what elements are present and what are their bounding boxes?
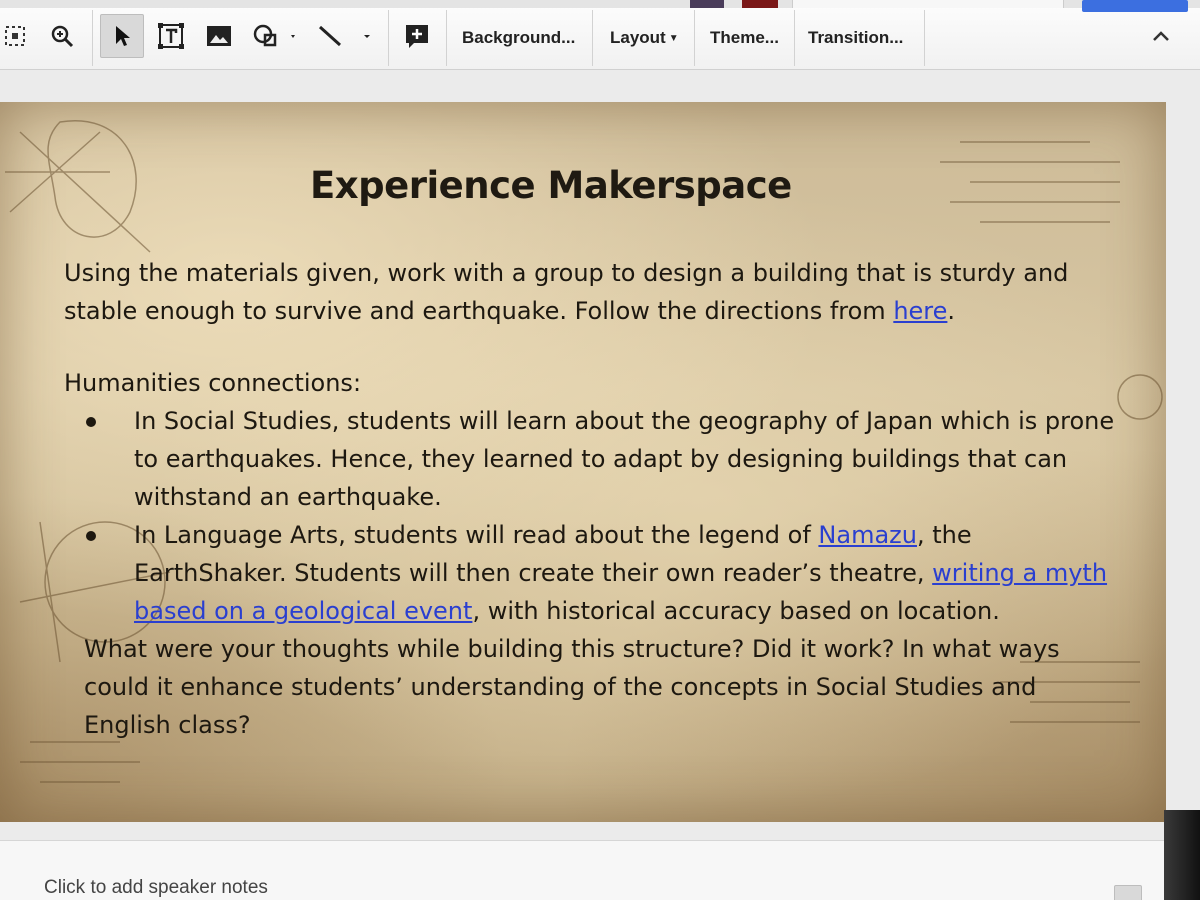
chevron-down-icon: ▼ — [668, 33, 679, 44]
textbox-icon[interactable] — [152, 14, 190, 58]
bullet-language-arts: In Language Arts, students will read abo… — [134, 521, 819, 549]
namazu-link[interactable]: Namazu — [818, 521, 917, 549]
bullet-language-arts-3: , with historical accuracy based on loca… — [472, 597, 1000, 625]
speaker-notes-placeholder[interactable]: Click to add speaker notes — [44, 877, 268, 899]
toolbar-separator — [92, 10, 93, 66]
top-strip — [0, 0, 1200, 12]
app-swatch — [742, 0, 778, 8]
image-icon[interactable] — [200, 14, 238, 58]
toolbar-separator — [794, 10, 795, 66]
zoom-icon[interactable] — [44, 14, 80, 58]
toolbar-separator — [446, 10, 447, 66]
slide[interactable]: Experience Makerspace Using the material… — [0, 102, 1166, 822]
layout-label: Layout — [610, 28, 666, 47]
here-link[interactable]: here — [893, 297, 947, 325]
monitor-bezel — [1164, 810, 1200, 900]
toolbar: Background... Layout ▼ Theme... Transitio… — [0, 0, 1200, 70]
top-field — [792, 0, 1064, 8]
account-swatch — [690, 0, 724, 8]
bullet-social-studies: In Social Studies, students will learn a… — [134, 407, 1115, 511]
notes-resize-handle[interactable] — [1114, 885, 1142, 900]
list-item: In Language Arts, students will read abo… — [86, 516, 1124, 630]
toolbar-separator — [388, 10, 389, 66]
toolbar-separator — [924, 10, 925, 66]
slide-body[interactable]: Using the materials given, work with a g… — [64, 254, 1144, 744]
bullet-dot — [86, 417, 96, 427]
transition-button[interactable]: Transition... — [808, 28, 903, 48]
select-frame-icon[interactable] — [0, 14, 30, 58]
theme-button[interactable]: Theme... — [710, 28, 779, 48]
speaker-notes[interactable]: Click to add speaker notes — [0, 840, 1200, 900]
background-button[interactable]: Background... — [462, 28, 575, 48]
chevron-up-icon[interactable] — [1146, 14, 1176, 58]
humanities-heading: Humanities connections: — [64, 369, 362, 397]
share-button[interactable] — [1082, 0, 1188, 12]
toolbar-separator — [694, 10, 695, 66]
bullet-dot — [86, 531, 96, 541]
slide-canvas: Experience Makerspace Using the material… — [0, 70, 1200, 840]
layout-button[interactable]: Layout ▼ — [610, 28, 679, 48]
comment-add-icon[interactable] — [396, 14, 438, 58]
list-item: In Social Studies, students will learn a… — [86, 402, 1124, 516]
intro-paragraph: Using the materials given, work with a g… — [64, 254, 1144, 330]
intro-end: . — [947, 297, 956, 325]
humanities-list: In Social Studies, students will learn a… — [86, 402, 1144, 630]
shape-icon[interactable] — [248, 14, 302, 58]
slides-editor: Background... Layout ▼ Theme... Transitio… — [0, 0, 1200, 900]
pointer-icon[interactable] — [100, 14, 144, 58]
closing-question: What were your thoughts while building t… — [84, 635, 1060, 739]
toolbar-separator — [592, 10, 593, 66]
slide-title[interactable]: Experience Makerspace — [310, 164, 792, 207]
line-icon[interactable] — [312, 14, 376, 58]
